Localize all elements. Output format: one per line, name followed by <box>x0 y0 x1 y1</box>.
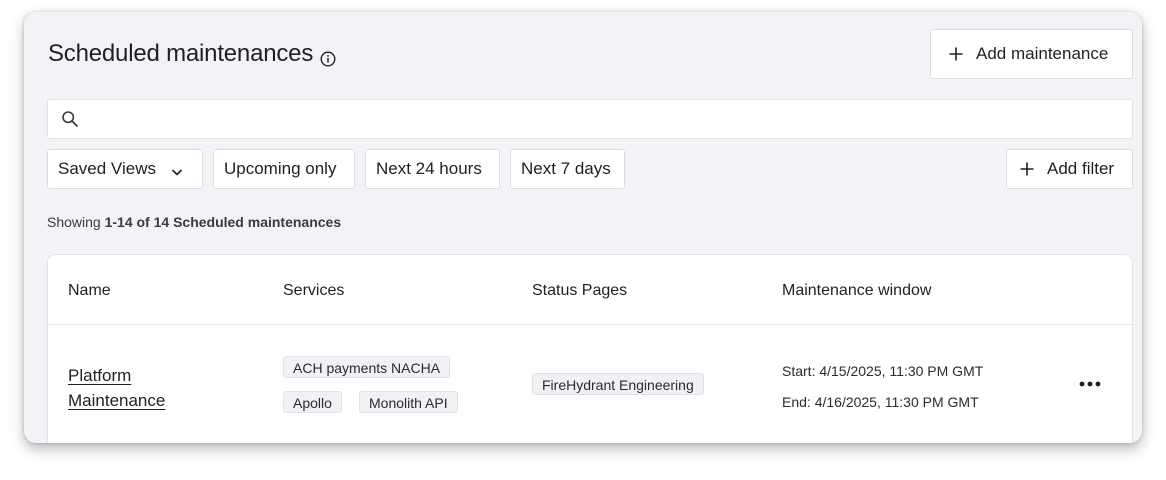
add-maintenance-button[interactable]: Add maintenance <box>930 29 1133 79</box>
column-header-services: Services <box>283 282 345 299</box>
table-row: Platform Maintenance ACH payments NACHA … <box>48 325 1132 443</box>
filter-upcoming-only-button[interactable]: Upcoming only <box>213 149 355 189</box>
search-icon <box>61 110 79 128</box>
more-horizontal-icon[interactable] <box>1078 377 1102 391</box>
add-maintenance-label: Add maintenance <box>976 44 1109 63</box>
column-header-status-pages: Status Pages <box>532 282 628 299</box>
service-tag: ACH payments NACHA <box>283 356 451 378</box>
column-header-maintenance-window: Maintenance window <box>782 282 932 299</box>
info-icon[interactable] <box>320 46 336 67</box>
plus-icon <box>1019 161 1035 177</box>
maintenance-end: End: 4/16/2025, 11:30 PM GMT <box>782 394 979 410</box>
filter-next-24-hours-label: Next 24 hours <box>376 159 482 178</box>
search-input[interactable] <box>87 100 1132 138</box>
maintenances-table: Name Services Status Pages Maintenance w… <box>47 254 1133 443</box>
filter-next-7-days-label: Next 7 days <box>521 159 611 178</box>
maintenance-start: Start: 4/15/2025, 11:30 PM GMT <box>782 363 984 379</box>
status-page-tag: FireHydrant Engineering <box>532 373 704 395</box>
plus-icon <box>948 46 964 62</box>
column-header-name: Name <box>68 282 111 299</box>
add-filter-button[interactable]: Add filter <box>1006 149 1133 189</box>
service-tag: Apollo <box>283 391 342 413</box>
service-tag: Monolith API <box>359 391 458 413</box>
search-bar <box>47 99 1133 139</box>
maintenance-name-link[interactable]: Platform Maintenance <box>68 363 208 413</box>
page-title-text: Scheduled maintenances <box>48 40 314 67</box>
saved-views-label: Saved Views <box>58 159 156 178</box>
results-summary: Showing 1-14 of 14 Scheduled maintenance… <box>47 214 341 230</box>
filter-next-24-hours-button[interactable]: Next 24 hours <box>365 149 500 189</box>
results-summary-prefix: Showing <box>47 214 101 230</box>
filter-upcoming-only-label: Upcoming only <box>224 159 337 178</box>
add-filter-label: Add filter <box>1047 159 1115 178</box>
table-header: Name Services Status Pages Maintenance w… <box>48 255 1132 325</box>
filter-next-7-days-button[interactable]: Next 7 days <box>510 149 625 189</box>
scheduled-maintenances-panel: Scheduled maintenances Add maintenance S <box>24 12 1142 443</box>
page-title: Scheduled maintenances <box>48 40 336 68</box>
saved-views-dropdown[interactable]: Saved Views <box>47 149 203 189</box>
results-summary-range: 1-14 of 14 Scheduled maintenances <box>104 214 342 230</box>
chevron-down-icon <box>171 163 183 176</box>
